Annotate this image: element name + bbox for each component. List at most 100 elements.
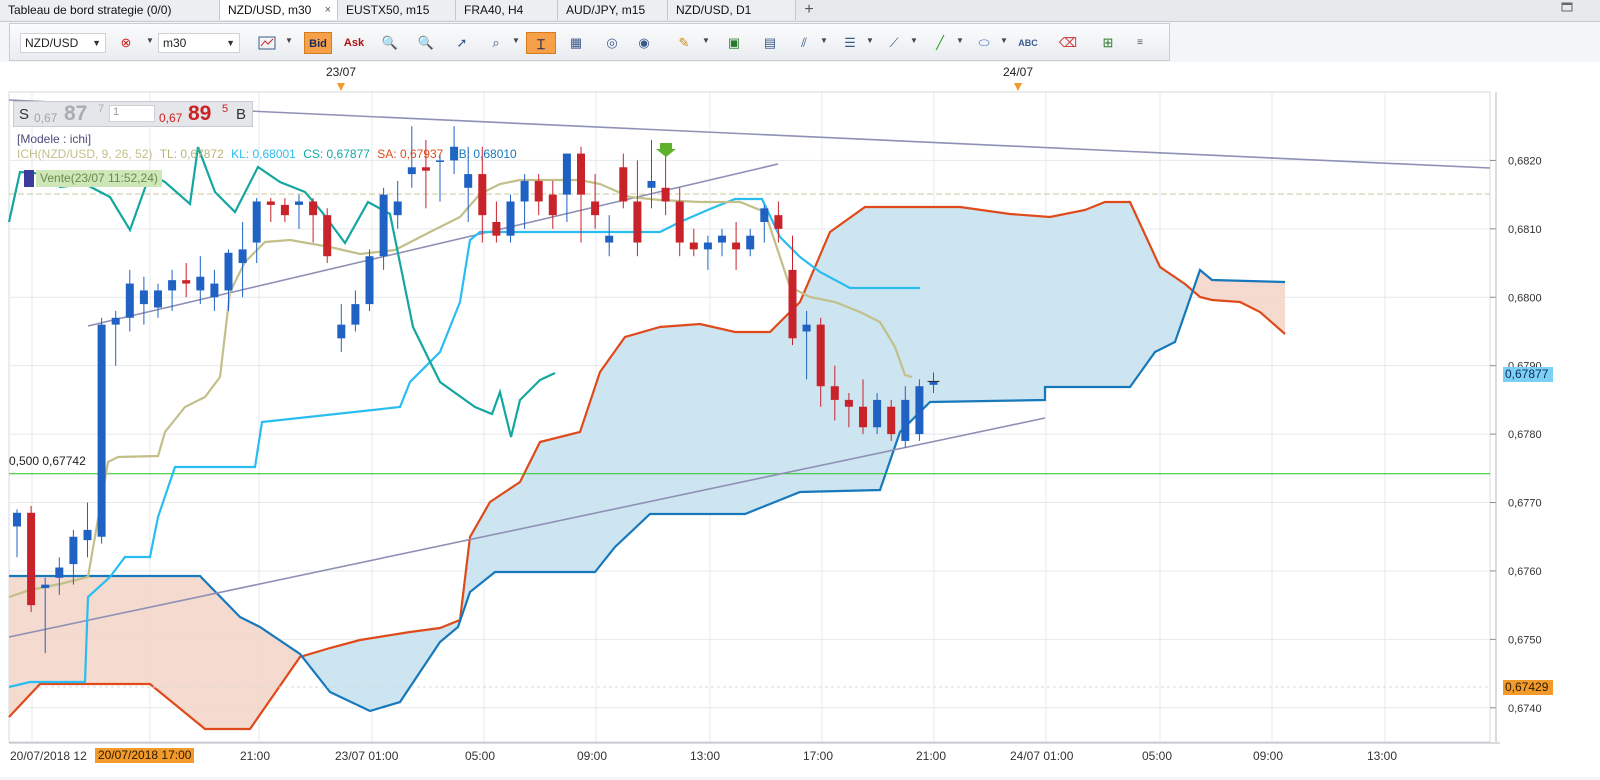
chevron-down-icon[interactable]: ▼ (512, 36, 520, 45)
minimize-icon[interactable] (1560, 1, 1574, 13)
candle-bullish (506, 201, 515, 236)
candle-bullish (703, 242, 712, 250)
candle-bullish (154, 290, 162, 308)
bid-button[interactable]: Bid (304, 32, 332, 54)
x-axis-label: 09:00 (577, 749, 607, 763)
lot-value: 1 (113, 106, 120, 118)
fan-tool-icon[interactable]: ⟋ (882, 32, 906, 54)
y-axis-label: 0,6760 (1508, 566, 1542, 578)
date-strip (0, 62, 1600, 89)
x-axis-label: 09:00 (1253, 749, 1283, 763)
ruler-icon[interactable]: ✎ (672, 32, 696, 54)
tab-nzdusd-m30[interactable]: NZD/USD, m30 × (220, 0, 338, 20)
chevron-down-icon[interactable]: ▼ (702, 36, 710, 45)
candle-bullish (901, 399, 910, 441)
candle-bullish (464, 174, 473, 188)
fib-level-label: 0,500 0,67742 (9, 454, 86, 468)
tab-fra40-h4[interactable]: FRA40, H4 (456, 0, 558, 20)
tab-dashboard[interactable]: Tableau de bord strategie (0/0) (0, 0, 220, 20)
add-tab-button[interactable]: + (796, 0, 822, 20)
template-icon[interactable]: ▦ (564, 32, 588, 54)
y-axis-label: 0,6820 (1508, 155, 1542, 167)
tab-audjpy-m15[interactable]: AUD/JPY, m15 (558, 0, 668, 20)
ask-button[interactable]: Ask (340, 32, 368, 54)
chart-canvas[interactable]: 23/0724/070,68200,68100,68000,67900,6780… (0, 62, 1600, 777)
candle-bullish (337, 324, 346, 339)
candle-bullish (69, 536, 78, 565)
candle-bearish (830, 386, 839, 400)
candle-bearish (675, 201, 684, 243)
hlines-tool-icon[interactable]: ☰ (838, 32, 862, 54)
crosshair-icon[interactable]: ⌶ (526, 32, 556, 54)
tab-label: EUSTX50, m15 (346, 3, 430, 17)
line-tool-icon[interactable]: ╱ (928, 32, 952, 54)
chevron-down-icon: ▼ (226, 38, 235, 48)
ellipse-tool-icon[interactable]: ⬭ (972, 32, 996, 54)
chevron-down-icon[interactable]: ▼ (1000, 36, 1008, 45)
candle-bullish (365, 256, 374, 305)
zoom-in-icon[interactable]: 🔍 (378, 32, 402, 54)
tab-label: Tableau de bord strategie (0/0) (8, 3, 172, 17)
ich-prefix: ICH(NZD/USD, 9, 26, 52) (17, 147, 153, 161)
candle-bullish (55, 567, 64, 578)
buy-price-main: 89 (188, 102, 212, 125)
buy-price-prefix: 0,67 (159, 111, 183, 125)
indicator-icon[interactable]: ⌕ (484, 32, 508, 54)
objects-tree-icon[interactable]: ⊞ (1096, 32, 1120, 54)
y-axis-label: 0,6750 (1508, 634, 1542, 646)
timeframe-select[interactable]: m30 ▼ (158, 33, 240, 53)
candle-bearish (591, 201, 600, 216)
screenshot-icon[interactable]: ▤ (758, 32, 782, 54)
candle-bullish (139, 290, 148, 305)
candle-bearish (280, 204, 289, 216)
candle-bearish (534, 180, 543, 202)
candle-bullish (760, 208, 769, 222)
price-chart[interactable]: 23/0724/070,68200,68100,68000,67900,6780… (0, 62, 1600, 777)
candle-bearish (492, 222, 501, 236)
x-axis-label: 24/07 01:00 (1010, 749, 1074, 763)
x-axis-label: 13:00 (690, 749, 720, 763)
text-tool-icon[interactable]: ABC (1016, 32, 1040, 54)
tab-nzdusd-d1[interactable]: NZD/USD, D1 (668, 0, 796, 20)
trendline-tool-icon[interactable]: ⫽ (792, 32, 816, 54)
chevron-down-icon[interactable]: ▼ (146, 36, 154, 45)
x-axis-label: 05:00 (1142, 749, 1172, 763)
tab-bar: Tableau de bord strategie (0/0) NZD/USD,… (0, 0, 1600, 22)
chevron-down-icon[interactable]: ▼ (910, 36, 918, 45)
chart-type-icon (258, 36, 276, 50)
candle-bearish (421, 167, 430, 171)
image-icon[interactable]: ▣ (722, 32, 746, 54)
candle-bearish (774, 215, 783, 229)
chart-toolbar: NZD/USD ▼ ⊗ ▼ m30 ▼ ▼ Bid Ask 🔍 🔍 ➚ ⌕ ▼ ⌶ … (9, 23, 1170, 61)
y-axis-label: 0,6740 (1508, 703, 1542, 715)
tab-label: NZD/USD, m30 (228, 3, 312, 17)
candle-bearish (859, 406, 867, 428)
chevron-down-icon[interactable]: ▼ (956, 36, 964, 45)
radar-icon[interactable]: ◎ (600, 32, 624, 54)
candle-bullish (802, 324, 811, 332)
globe-icon[interactable]: ◉ (632, 32, 656, 54)
candle-bearish (661, 187, 670, 202)
ich-sb: SB: 0,68010 (450, 147, 517, 161)
candle-bullish (224, 252, 233, 291)
lot-input[interactable]: 1 (109, 105, 155, 122)
sell-price-main: 87 (64, 102, 88, 125)
candle-bearish (478, 174, 487, 216)
candle-bullish (111, 317, 120, 325)
chevron-down-icon[interactable]: ▼ (820, 36, 828, 45)
chevron-down-icon[interactable]: ▼ (285, 36, 293, 45)
more-icon[interactable]: ≡ (1128, 32, 1152, 54)
symbol-select[interactable]: NZD/USD ▼ (20, 33, 106, 53)
candle-bullish (562, 153, 571, 195)
chevron-down-icon[interactable]: ▼ (866, 36, 874, 45)
zoom-out-icon[interactable]: 🔍 (414, 32, 438, 54)
eraser-icon[interactable]: ⌫ (1056, 32, 1080, 54)
close-tab-icon[interactable]: × (325, 0, 331, 20)
quote-box[interactable]: S 0,67 87 7 1 0,67 89 5 B (13, 101, 253, 127)
tab-eustx50-m15[interactable]: EUSTX50, m15 (338, 0, 456, 20)
candle-bearish (633, 201, 642, 243)
symbol-link-icon[interactable]: ⊗ (114, 32, 138, 54)
cursor-icon[interactable]: ➚ (450, 32, 474, 54)
chart-type-icon[interactable] (255, 32, 279, 54)
ichimoku-legend: ICH(NZD/USD, 9, 26, 52) TL: 0,67872 KL: … (17, 147, 517, 161)
